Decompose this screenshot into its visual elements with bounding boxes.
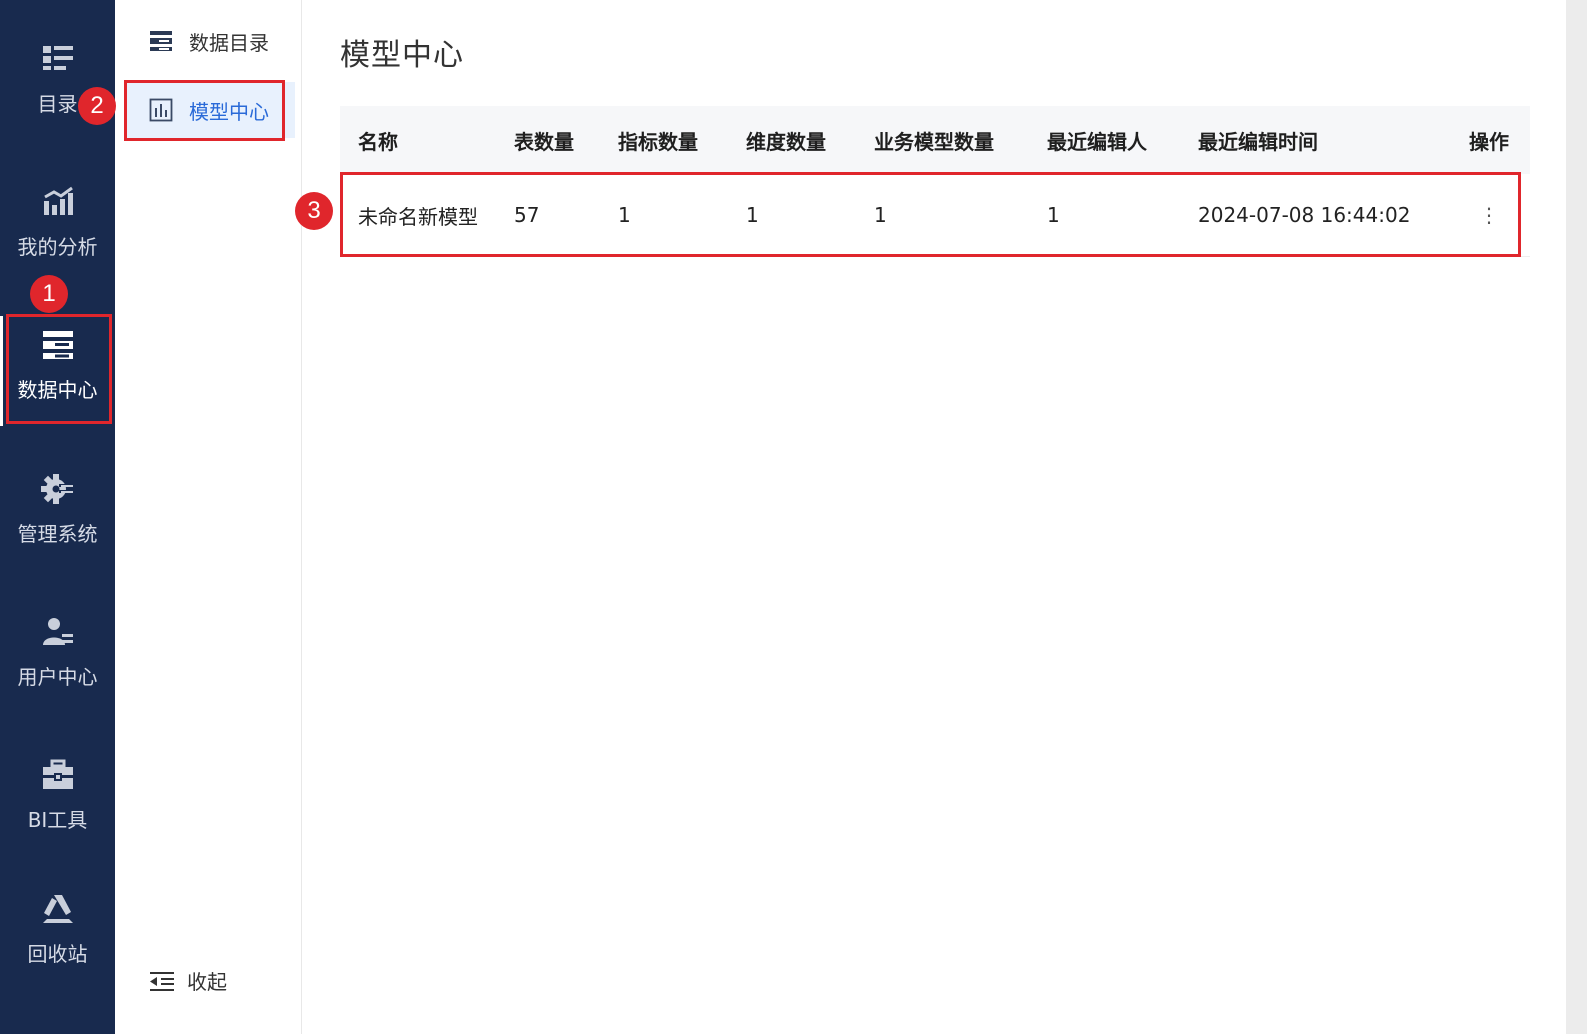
bar-chart-icon	[149, 98, 173, 122]
page-title: 模型中心	[340, 38, 464, 73]
gear-icon	[40, 474, 73, 504]
model-table: 名称 表数量 指标数量 维度数量 业务模型数量 最近编辑人 最近编辑时间 操作 …	[340, 106, 1530, 257]
column-header-actions: 操作	[1469, 129, 1509, 154]
app: 目录 我的分析 数据中心 管理系统 用户中心 BI工具 回收站 数据目录 模型中…	[0, 0, 1587, 1034]
column-header-metric-count: 指标数量	[618, 129, 698, 154]
column-header-table-count: 表数量	[514, 129, 574, 154]
rail-item-data-center[interactable]: 数据中心	[0, 328, 115, 438]
cell-table-count: 57	[514, 203, 540, 227]
collapse-icon	[150, 971, 174, 991]
subnav-item-label: 数据目录	[189, 30, 269, 55]
cell-metric-count: 1	[618, 203, 631, 227]
step-badge-3: 3	[295, 192, 333, 230]
recycle-icon	[42, 895, 73, 923]
data-catalog-icon	[150, 31, 172, 51]
column-header-business-model-count: 业务模型数量	[874, 129, 994, 154]
table-header: 名称 表数量 指标数量 维度数量 业务模型数量 最近编辑人 最近编辑时间 操作	[340, 106, 1530, 174]
subnav-item-model-center[interactable]: 模型中心	[125, 82, 295, 138]
collapse-button[interactable]: 收起	[149, 966, 227, 995]
rail-item-user-center[interactable]: 用户中心	[0, 615, 115, 725]
step-badge-2: 2	[78, 87, 116, 125]
data-center-icon	[42, 331, 73, 359]
window-edge	[1566, 0, 1587, 1034]
main-content: 模型中心 名称 表数量 指标数量 维度数量 业务模型数量 最近编辑人 最近编辑时…	[302, 0, 1566, 1034]
secondary-sidebar: 数据目录 模型中心 收起	[115, 0, 302, 1034]
rail-item-label: 用户中心	[17, 665, 98, 689]
rail-item-admin[interactable]: 管理系统	[0, 472, 115, 582]
subnav-item-label: 模型中心	[189, 99, 269, 124]
column-header-dimension-count: 维度数量	[746, 129, 826, 154]
table-row[interactable]: 未命名新模型 57 1 1 1 1 2024-07-08 16:44:02 ⋮	[340, 174, 1530, 257]
step-badge-1: 1	[30, 275, 68, 313]
subnav-item-data-catalog[interactable]: 数据目录	[125, 13, 295, 69]
cell-last-editor: 1	[1047, 203, 1060, 227]
column-header-name: 名称	[358, 129, 398, 154]
cell-actions: ⋮	[1448, 203, 1530, 227]
rail-item-bi-tools[interactable]: BI工具	[0, 758, 115, 868]
rail-item-label: BI工具	[27, 808, 88, 832]
primary-sidebar: 目录 我的分析 数据中心 管理系统 用户中心 BI工具 回收站	[0, 0, 115, 1034]
catalog-icon	[42, 46, 73, 70]
rail-item-label: 我的分析	[17, 235, 98, 259]
cell-model-name[interactable]: 未命名新模型	[340, 201, 514, 230]
analysis-icon	[43, 186, 73, 215]
rail-item-label: 回收站	[27, 942, 88, 966]
rail-item-label: 管理系统	[17, 522, 98, 546]
cell-dimension-count: 1	[746, 203, 759, 227]
column-header-last-edit-time: 最近编辑时间	[1198, 129, 1318, 154]
collapse-label: 收起	[187, 970, 227, 994]
user-icon	[42, 618, 73, 645]
cell-last-edit-time: 2024-07-08 16:44:02	[1198, 203, 1411, 227]
rail-item-label: 数据中心	[17, 378, 98, 402]
column-header-last-editor: 最近编辑人	[1047, 129, 1147, 154]
rail-item-recycle-bin[interactable]: 回收站	[0, 892, 115, 1002]
cell-business-model-count: 1	[874, 203, 887, 227]
toolbox-icon	[42, 759, 73, 789]
more-actions-icon[interactable]: ⋮	[1479, 205, 1499, 225]
